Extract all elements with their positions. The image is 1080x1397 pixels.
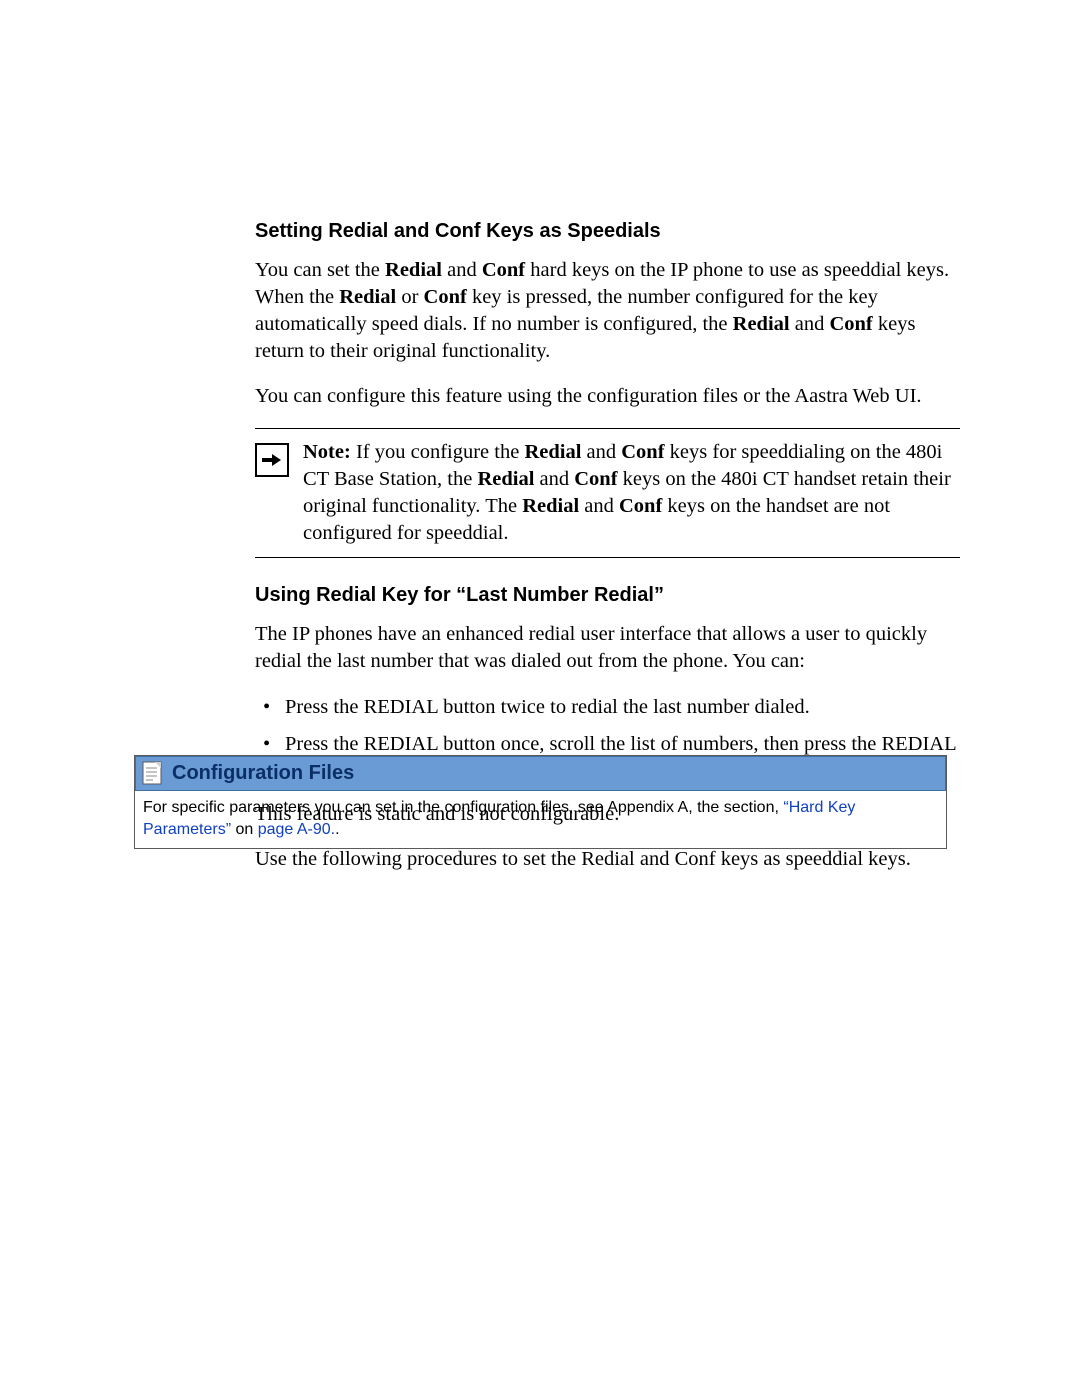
bold-redial: Redial	[733, 313, 790, 335]
bold-redial: Redial	[385, 259, 442, 281]
bold-conf: Conf	[574, 468, 617, 490]
note-block: Note: If you configure the Redial and Co…	[255, 437, 960, 551]
text-fragment: and	[534, 468, 574, 490]
para-using-redial-1: The IP phones have an enhanced redial us…	[255, 621, 960, 675]
config-files-body: For specific parameters you can set in t…	[135, 791, 946, 848]
link-page-a90[interactable]: page A-90.	[258, 821, 335, 838]
text-fragment: on	[231, 821, 258, 838]
para-setting-redial-1: You can set the Redial and Conf hard key…	[255, 257, 960, 365]
bold-conf: Conf	[829, 313, 872, 335]
bold-redial: Redial	[522, 495, 579, 517]
config-files-box: Configuration Files For specific paramet…	[134, 755, 947, 849]
note-text: Note: If you configure the Redial and Co…	[303, 439, 960, 547]
note-arrow-icon	[255, 443, 289, 477]
heading-using-redial: Using Redial Key for “Last Number Redial…	[255, 584, 960, 607]
text-fragment: and	[790, 313, 830, 335]
text-fragment: or	[396, 286, 423, 308]
config-files-title: Configuration Files	[172, 762, 354, 785]
para-setting-redial-2: You can configure this feature using the…	[255, 383, 960, 410]
divider	[255, 428, 960, 429]
config-files-header: Configuration Files	[135, 756, 946, 791]
bold-conf: Conf	[424, 286, 467, 308]
text-fragment: and	[581, 441, 621, 463]
config-box-wrapper: Configuration Files For specific paramet…	[134, 755, 947, 849]
note-label: Note:	[303, 441, 351, 463]
document-page: Setting Redial and Conf Keys as Speedial…	[0, 0, 1080, 1397]
bold-redial: Redial	[339, 286, 396, 308]
text-fragment: and	[442, 259, 482, 281]
bold-redial: Redial	[524, 441, 581, 463]
list-item: Press the REDIAL button twice to redial …	[255, 694, 960, 721]
text-fragment: If you configure the	[351, 441, 525, 463]
bold-conf: Conf	[619, 495, 662, 517]
bold-conf: Conf	[482, 259, 525, 281]
text-fragment: .	[335, 821, 339, 838]
text-fragment: and	[579, 495, 619, 517]
text-fragment: For specific parameters you can set in t…	[143, 799, 783, 816]
para-using-redial-3: Use the following procedures to set the …	[255, 846, 960, 873]
heading-setting-redial: Setting Redial and Conf Keys as Speedial…	[255, 220, 960, 243]
divider	[255, 557, 960, 558]
bold-redial: Redial	[477, 468, 534, 490]
text-fragment: You can set the	[255, 259, 385, 281]
arrow-right-icon	[262, 453, 282, 467]
bold-conf: Conf	[621, 441, 664, 463]
document-icon	[142, 761, 162, 785]
